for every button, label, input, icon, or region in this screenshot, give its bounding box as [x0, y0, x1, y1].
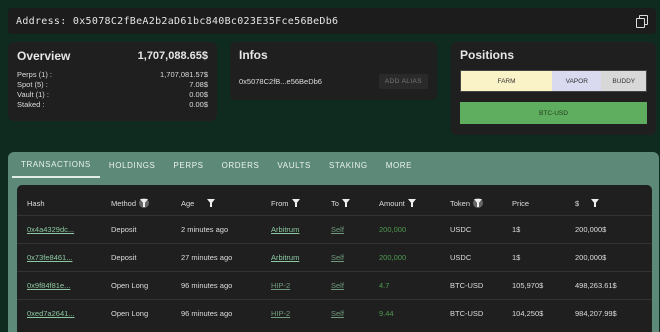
tab-perps[interactable]: PERPS: [164, 152, 212, 178]
age-cell: 96 minutes ago: [181, 309, 233, 318]
segment-farm[interactable]: FARM: [461, 71, 553, 91]
filter-icon[interactable]: [291, 199, 300, 207]
to-link[interactable]: Self: [331, 309, 344, 318]
address-label: Address:: [16, 15, 67, 27]
from-link[interactable]: HIP-2: [271, 309, 290, 318]
positions-title: Positions: [460, 48, 515, 62]
header-usd: $: [575, 199, 600, 208]
overview-row: Spot (5) :7.08$: [17, 80, 208, 89]
from-link[interactable]: Arbitrum: [271, 225, 299, 234]
table-row: 0x4a4329dc... Deposit 2 minutes ago Arbi…: [17, 215, 652, 243]
price-cell: 104,250$: [512, 309, 544, 318]
overview-card: Overview 1,707,088.65$ Perps (1) :1,707,…: [8, 42, 217, 121]
amount-cell: 200,000: [379, 225, 407, 234]
tab-more[interactable]: MORE: [377, 152, 421, 178]
method-cell: Open Long: [111, 281, 149, 290]
table-row: 0x9f84f81e... Open Long 96 minutes ago H…: [17, 271, 652, 299]
hash-link[interactable]: 0x9f84f81e...: [27, 281, 70, 290]
position-btc-usd[interactable]: BTC-USD: [460, 102, 647, 124]
to-link[interactable]: Self: [331, 253, 344, 262]
tab-vaults[interactable]: VAULTS: [268, 152, 320, 178]
filter-icon[interactable]: [206, 199, 215, 207]
method-cell: Deposit: [111, 225, 137, 234]
filter-icon[interactable]: [591, 199, 600, 207]
infos-title: Infos: [239, 48, 268, 62]
tab-staking[interactable]: STAKING: [320, 152, 377, 178]
from-link[interactable]: HIP-2: [271, 281, 290, 290]
filter-icon[interactable]: [473, 198, 484, 208]
price-cell: 1$: [512, 253, 521, 262]
filter-icon[interactable]: [341, 199, 350, 207]
header-amount: Amount: [379, 199, 416, 208]
tab-bar: TRANSACTIONS HOLDINGS PERPS ORDERS VAULT…: [8, 152, 659, 178]
amount-cell: 4.7: [379, 281, 390, 290]
table-header: Hash Method Age From To Amount Token Pri…: [17, 193, 652, 213]
header-hash: Hash: [27, 198, 45, 208]
to-link[interactable]: Self: [331, 281, 344, 290]
overview-row: Vault (1) :0.00$: [17, 90, 208, 99]
amount-cell: 200,000: [379, 253, 407, 262]
age-cell: 27 minutes ago: [181, 253, 233, 262]
age-cell: 96 minutes ago: [181, 281, 233, 290]
header-method: Method: [111, 198, 150, 208]
hash-link[interactable]: 0xed7a2641...: [27, 309, 75, 318]
tabs-panel: TRANSACTIONS HOLDINGS PERPS ORDERS VAULT…: [8, 152, 659, 332]
method-cell: Open Long: [111, 309, 149, 318]
positions-card: Positions FARM VAPOR BUDDY BTC-USD: [451, 42, 656, 135]
infos-card: Infos 0x5078C2fB...e56BeDb6 ADD ALIAS: [230, 42, 437, 100]
usd-cell: 984,207.99$: [575, 309, 617, 318]
filter-icon[interactable]: [139, 198, 150, 208]
price-cell: 105,970$: [512, 281, 544, 290]
header-age: Age: [181, 199, 215, 208]
header-token: Token: [450, 198, 484, 208]
amount-cell: 9.44: [379, 309, 394, 318]
segment-vapor[interactable]: VAPOR: [552, 71, 602, 91]
header-price: Price: [512, 198, 530, 208]
positions-bar: FARM VAPOR BUDDY: [460, 70, 647, 92]
copy-icon[interactable]: [636, 15, 648, 28]
table-row: 0x73fe8461... Deposit 27 minutes ago Arb…: [17, 243, 652, 271]
usd-cell: 200,000$: [575, 225, 607, 234]
segment-buddy[interactable]: BUDDY: [601, 71, 646, 91]
tab-orders[interactable]: ORDERS: [213, 152, 269, 178]
header-to: To: [331, 199, 350, 208]
age-cell: 2 minutes ago: [181, 225, 229, 234]
hash-link[interactable]: 0x73fe8461...: [27, 253, 72, 262]
tab-holdings[interactable]: HOLDINGS: [100, 152, 165, 178]
overview-row: Perps (1) :1,707,081.57$: [17, 70, 208, 79]
transactions-table: Hash Method Age From To Amount Token Pri…: [17, 185, 652, 332]
short-address: 0x5078C2fB...e56BeDb6: [239, 77, 322, 86]
add-alias-button[interactable]: ADD ALIAS: [378, 74, 428, 89]
overview-total: 1,707,088.65$: [137, 50, 208, 62]
header-from: From: [271, 199, 300, 208]
price-cell: 1$: [512, 225, 521, 234]
usd-cell: 498,263.61$: [575, 281, 617, 290]
address-bar: Address: 0x5078C2fBeA2b2aD61bc840Bc023E3…: [8, 8, 656, 34]
tab-transactions[interactable]: TRANSACTIONS: [12, 152, 100, 178]
table-row: 0xed7a2641... Open Long 96 minutes ago H…: [17, 299, 652, 327]
from-link[interactable]: Arbitrum: [271, 253, 299, 262]
usd-cell: 200,000$: [575, 253, 607, 262]
token-cell: USDC: [450, 253, 472, 262]
hash-link[interactable]: 0x4a4329dc...: [27, 225, 74, 234]
overview-title: Overview: [17, 49, 71, 63]
to-link[interactable]: Self: [331, 225, 344, 234]
method-cell: Deposit: [111, 253, 137, 262]
overview-row: Staked :0.00$: [17, 100, 208, 109]
token-cell: BTC-USD: [450, 281, 484, 290]
address-value: 0x5078C2fBeA2b2aD61bc840Bc023E35Fce56BeD…: [72, 15, 339, 27]
filter-icon[interactable]: [407, 199, 416, 207]
token-cell: BTC-USD: [450, 309, 484, 318]
token-cell: USDC: [450, 225, 472, 234]
